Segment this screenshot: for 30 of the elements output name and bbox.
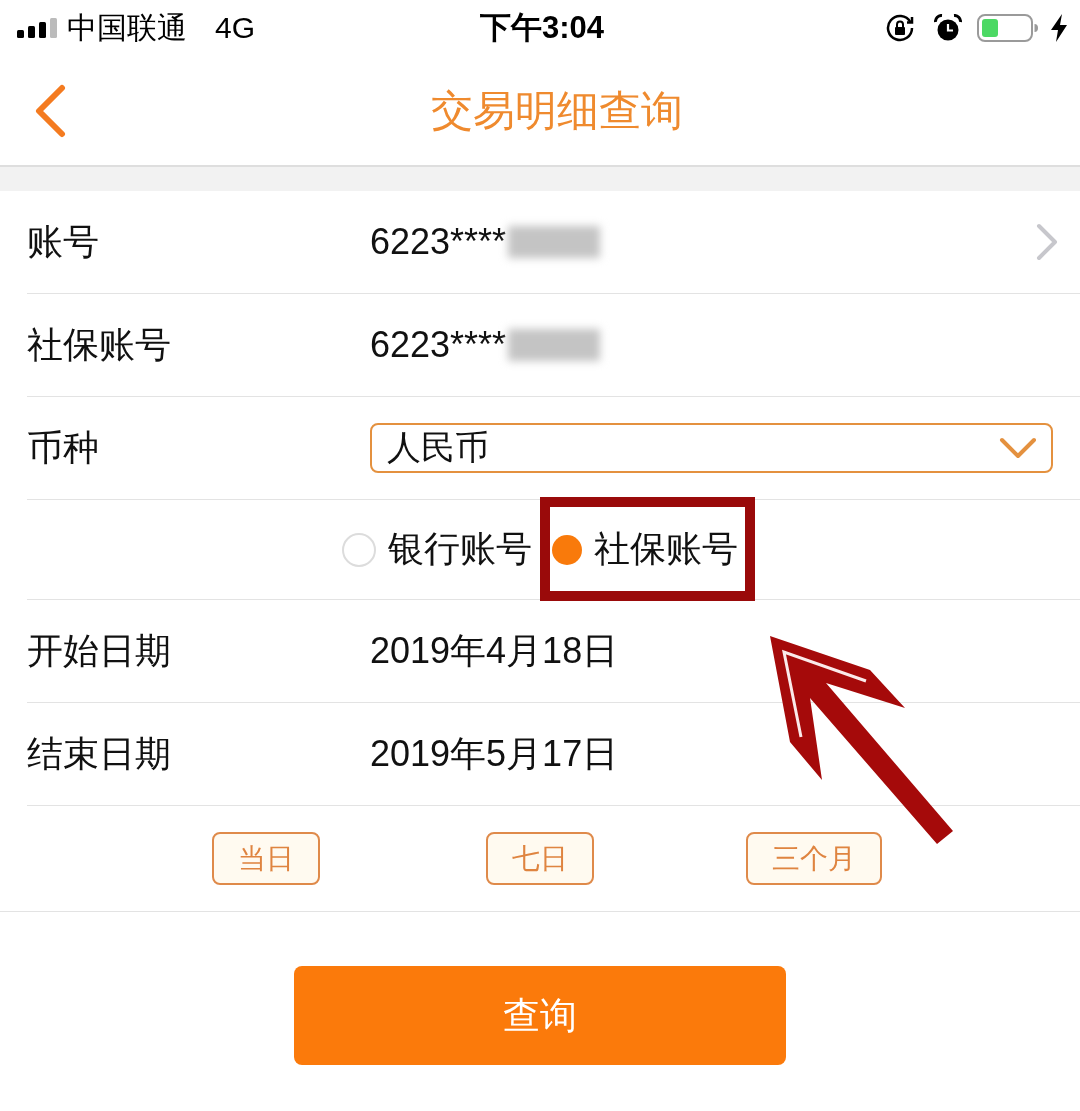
radio-label[interactable]: 银行账号	[388, 525, 532, 574]
carrier-name: 中国联通	[67, 9, 187, 46]
charging-bolt-icon	[1051, 14, 1067, 42]
date-range-button[interactable]: 当日	[212, 832, 320, 885]
page-title: 交易明细查询	[431, 85, 683, 136]
field-value: 6223****	[370, 324, 507, 366]
signal-icon	[17, 18, 57, 38]
currency-select[interactable]: 人民币	[370, 423, 1053, 473]
alarm-clock-icon	[934, 14, 962, 42]
radio-icon[interactable]	[552, 534, 582, 565]
query-button[interactable]: 查询	[294, 966, 786, 1065]
status-time: 下午3:04	[479, 9, 604, 47]
date-range-button[interactable]: 三个月	[746, 832, 882, 885]
field-value: 2019年5月17日	[370, 731, 619, 776]
date-range-button[interactable]: 七日	[486, 832, 594, 885]
rotation-lock-icon	[886, 14, 914, 42]
back-icon[interactable]	[34, 83, 66, 138]
caret-icon[interactable]	[999, 437, 1037, 459]
field-value: 6223****	[370, 221, 507, 263]
field-label: 社保账号	[27, 322, 172, 367]
radio-label[interactable]: 社保账号	[594, 525, 738, 574]
network-type: 4G	[215, 11, 256, 45]
field-label: 币种	[27, 425, 100, 470]
field-label: 账号	[27, 219, 100, 264]
battery-icon	[977, 14, 1039, 42]
field-label: 结束日期	[27, 731, 172, 776]
field-value: 2019年4月18日	[370, 628, 619, 673]
field-label: 开始日期	[27, 628, 172, 673]
radio-icon[interactable]	[342, 532, 376, 567]
chevron-right-icon[interactable]	[1036, 223, 1058, 261]
